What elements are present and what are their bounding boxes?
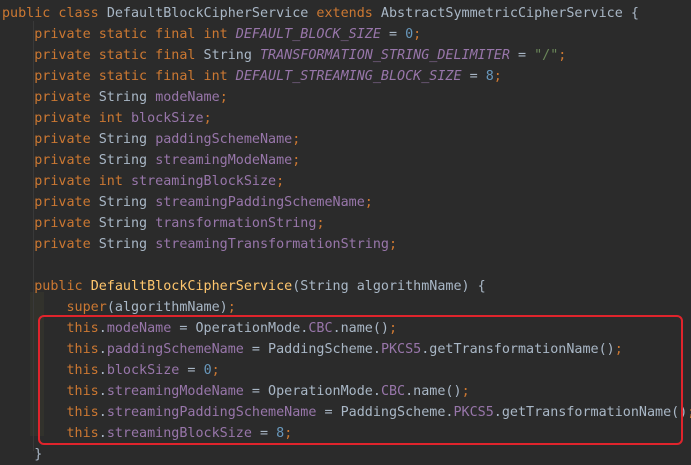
code-token: 8 (485, 69, 494, 84)
code-line[interactable]: private String streamingPaddingSchemeNam… (2, 192, 691, 213)
code-token: String (98, 132, 156, 147)
code-token: private static final (2, 48, 204, 63)
code-token: String (98, 237, 156, 252)
code-token: } (2, 447, 43, 462)
code-line[interactable]: private String streamingTransformationSt… (2, 234, 691, 255)
code-token: ; (493, 69, 502, 84)
code-token: (algorithmName) (106, 300, 228, 315)
code-token: = (380, 27, 406, 42)
code-token: ; (292, 132, 301, 147)
code-token: TRANSFORMATION_STRING_DELIMITER (259, 48, 510, 63)
code-line[interactable]: } (2, 444, 691, 465)
code-token: private (2, 216, 99, 231)
code-token: public (2, 279, 91, 294)
code-token: (String algorithmName) { (292, 279, 486, 294)
code-token: private static final int (2, 27, 236, 42)
code-token: private int (2, 174, 131, 189)
code-token: ; (316, 216, 325, 231)
code-token: private (2, 153, 99, 168)
code-token: streamingPaddingSchemeName (155, 195, 365, 210)
code-line[interactable]: private String paddingSchemeName; (2, 129, 691, 150)
code-token: ; (203, 111, 212, 126)
code-token: blockSize (131, 111, 204, 126)
code-token: streamingTransformationString (155, 237, 389, 252)
code-token: String (98, 195, 156, 210)
code-token: transformationString (155, 216, 317, 231)
code-token: ; (292, 153, 301, 168)
code-token: ; (558, 48, 567, 63)
code-token: private (2, 195, 99, 210)
code-token: modeName (155, 90, 220, 105)
code-token: extends (316, 6, 381, 21)
code-token: streamingModeName (155, 153, 293, 168)
code-line[interactable]: public class DefaultBlockCipherService e… (2, 3, 691, 24)
code-line[interactable] (2, 255, 691, 276)
code-token: private (2, 237, 99, 252)
code-token: = (509, 48, 535, 63)
code-token: DEFAULT_BLOCK_SIZE (235, 27, 381, 42)
code-token: DefaultBlockCipherService (106, 6, 317, 21)
code-token: DefaultBlockCipherService (90, 279, 293, 294)
code-line[interactable]: public DefaultBlockCipherService(String … (2, 276, 691, 297)
code-token: String (203, 48, 260, 63)
highlight-annotation-box (38, 315, 683, 445)
code-line[interactable]: private static final String TRANSFORMATI… (2, 45, 691, 66)
code-line[interactable]: private String transformationString; (2, 213, 691, 234)
code-token: private (2, 90, 99, 105)
code-line[interactable]: private int blockSize; (2, 108, 691, 129)
code-token: private int (2, 111, 131, 126)
code-line[interactable]: private int streamingBlockSize; (2, 171, 691, 192)
code-token: private static final int (2, 69, 236, 84)
code-line[interactable]: private String streamingModeName; (2, 150, 691, 171)
code-token: ; (276, 174, 285, 189)
code-line[interactable]: private static final int DEFAULT_STREAMI… (2, 66, 691, 87)
code-token: String (98, 153, 156, 168)
code-token: private (2, 132, 99, 147)
code-token: = (461, 69, 486, 84)
code-line[interactable]: private static final int DEFAULT_BLOCK_S… (2, 24, 691, 45)
code-token: ; (364, 195, 373, 210)
code-token: paddingSchemeName (155, 132, 293, 147)
code-token: ; (227, 300, 236, 315)
code-token: ; (687, 405, 691, 420)
code-token: 0 (405, 27, 414, 42)
code-token: public class (2, 6, 107, 21)
code-token: String (98, 90, 156, 105)
code-token: ; (219, 90, 228, 105)
code-token: AbstractSymmetricCipherService { (380, 6, 639, 21)
code-editor[interactable]: public class DefaultBlockCipherService e… (0, 0, 691, 464)
code-token: "/" (534, 48, 559, 63)
code-token: super (2, 300, 107, 315)
code-token: String (98, 216, 156, 231)
code-line[interactable]: private String modeName; (2, 87, 691, 108)
code-token: DEFAULT_STREAMING_BLOCK_SIZE (235, 69, 462, 84)
code-token: ; (388, 237, 398, 252)
code-token: ; (413, 27, 422, 42)
code-token: streamingBlockSize (131, 174, 277, 189)
